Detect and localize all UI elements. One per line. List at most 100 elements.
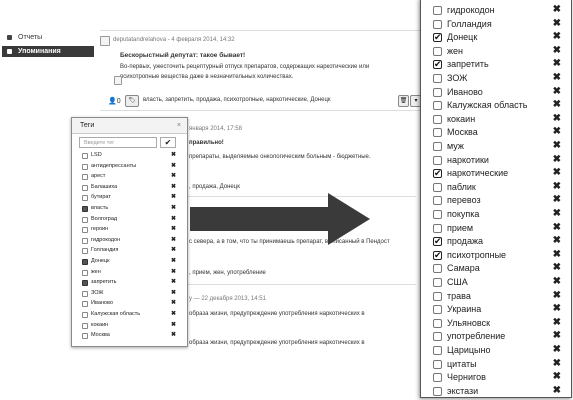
feed-text: препараты, выделяемые онкологическим бол… bbox=[189, 154, 371, 160]
user-icon: 👤 bbox=[108, 98, 117, 105]
tag-label: Москва bbox=[91, 332, 110, 339]
tag-checkbox[interactable] bbox=[82, 290, 88, 297]
tag-checkbox[interactable] bbox=[82, 333, 88, 340]
tag-search-input[interactable]: Введите тег bbox=[79, 137, 157, 148]
tag-row[interactable]: Балашиха ✖ bbox=[82, 183, 178, 192]
remove-tag-icon[interactable]: ✖ bbox=[171, 215, 176, 224]
tag-row[interactable]: Иваново ✖ bbox=[82, 299, 178, 308]
tag-checkbox[interactable] bbox=[82, 248, 88, 255]
tag-row[interactable]: кокаин ✖ bbox=[82, 321, 178, 330]
tag-row[interactable]: жен ✖ bbox=[82, 268, 178, 277]
remove-tag-icon[interactable]: ✖ bbox=[553, 382, 561, 400]
remove-tag-icon[interactable]: ✖ bbox=[171, 193, 176, 202]
divider bbox=[186, 284, 416, 285]
feed-text: образа жизни, предупреждение употреблени… bbox=[189, 311, 365, 317]
tag-checkbox[interactable] bbox=[82, 163, 88, 170]
tag-row[interactable]: Калужская область ✖ bbox=[82, 310, 178, 319]
feed-meta: у — 22 декабря 2013, 14:51 bbox=[189, 296, 266, 302]
tag-row[interactable]: экстази ✖ bbox=[433, 382, 561, 400]
close-icon[interactable]: × bbox=[177, 118, 181, 133]
tag-checkbox[interactable] bbox=[82, 322, 88, 329]
tags-popup: Теги × Введите тег ✔ LSD ✖ антидепрессанты… bbox=[71, 117, 188, 347]
tag-checkbox[interactable] bbox=[82, 195, 88, 202]
nav-item-mentions[interactable]: Упоминания bbox=[2, 46, 94, 57]
tag-label: жен bbox=[91, 268, 101, 275]
remove-tag-icon[interactable]: ✖ bbox=[171, 204, 176, 213]
tag-row[interactable]: ЗОЖ ✖ bbox=[82, 289, 178, 298]
tag-checkbox[interactable] bbox=[82, 280, 88, 287]
tag-checkbox[interactable] bbox=[82, 206, 88, 212]
tag-checkbox[interactable] bbox=[82, 259, 88, 265]
delete-button[interactable]: 🗑 bbox=[398, 95, 409, 107]
tag-row[interactable]: LSD ✖ bbox=[82, 151, 178, 160]
tag-label: Калужская область bbox=[91, 311, 141, 317]
post-body-line: Во-первых, ужесточить рецептурный отпуск… bbox=[120, 64, 370, 70]
tag-label: власть bbox=[91, 205, 109, 211]
tag-label: LSD bbox=[91, 152, 102, 158]
popup-header: Теги × bbox=[72, 118, 187, 134]
tag-checkbox[interactable] bbox=[82, 312, 88, 318]
sidebar-nav: Отчеты Упоминания bbox=[2, 32, 94, 57]
tag-row[interactable]: гидрокодон ✖ bbox=[82, 236, 178, 245]
avatar bbox=[100, 36, 110, 46]
trash-icon: 🗑 bbox=[399, 98, 408, 104]
post-title[interactable]: Бескорыстный депутат: такое бывает! bbox=[120, 52, 245, 59]
tag-checkbox[interactable] bbox=[82, 227, 88, 234]
remove-tag-icon[interactable]: ✖ bbox=[171, 183, 176, 192]
tag-label: экстази bbox=[447, 385, 479, 396]
tag-row[interactable]: Москва ✖ bbox=[82, 331, 178, 340]
tag-button[interactable]: 🏷 bbox=[125, 95, 139, 107]
remove-tag-icon[interactable]: ✖ bbox=[171, 321, 176, 330]
tag-label: антидепрессанты bbox=[91, 162, 137, 169]
user-count-value: 0 bbox=[116, 98, 121, 105]
tag-checkbox[interactable] bbox=[82, 216, 88, 223]
user-icon bbox=[114, 76, 122, 85]
remove-tag-icon[interactable]: ✖ bbox=[171, 257, 176, 266]
remove-tag-icon[interactable]: ✖ bbox=[171, 331, 176, 340]
tag-row[interactable]: антидепрессанты ✖ bbox=[82, 162, 178, 171]
feed-tags: , продажа, Донецк bbox=[189, 184, 240, 190]
tag-row[interactable]: героин ✖ bbox=[82, 225, 178, 234]
tag-label: героин bbox=[91, 226, 109, 233]
tag-label: ЗОЖ bbox=[91, 289, 104, 296]
tag-label: кокаин bbox=[91, 321, 109, 328]
tag-label: бутират bbox=[91, 194, 111, 201]
remove-tag-icon[interactable]: ✖ bbox=[171, 246, 176, 255]
tag-checkbox[interactable] bbox=[82, 237, 88, 244]
remove-tag-icon[interactable]: ✖ bbox=[171, 162, 176, 171]
feed-meta: января 2014, 17:58 bbox=[189, 126, 242, 132]
post-body-line: психотропные вещества даже в незначитель… bbox=[120, 74, 294, 80]
tag-row[interactable]: Донецк ✖ bbox=[82, 257, 178, 266]
tag-label: арест bbox=[91, 173, 106, 180]
post-tags[interactable]: власть, запретить, продажа, психотропные… bbox=[143, 97, 331, 103]
remove-tag-icon[interactable]: ✖ bbox=[171, 172, 176, 181]
mentions-icon bbox=[7, 49, 12, 54]
tag-row[interactable]: бутират ✖ bbox=[82, 193, 178, 202]
remove-tag-icon[interactable]: ✖ bbox=[171, 225, 176, 234]
tag-row[interactable]: запретить ✖ bbox=[82, 278, 178, 287]
tag-checkbox[interactable] bbox=[82, 269, 88, 276]
remove-tag-icon[interactable]: ✖ bbox=[171, 151, 176, 160]
tag-checkbox[interactable] bbox=[82, 184, 88, 191]
tag-checkbox[interactable] bbox=[433, 386, 442, 396]
tag-row[interactable]: власть ✖ bbox=[82, 204, 178, 213]
remove-tag-icon[interactable]: ✖ bbox=[171, 268, 176, 277]
confirm-button[interactable]: ✔ bbox=[160, 137, 176, 148]
nav-item-label: Отчеты bbox=[18, 34, 43, 41]
tag-checkbox[interactable] bbox=[82, 174, 88, 181]
remove-tag-icon[interactable]: ✖ bbox=[171, 278, 176, 287]
remove-tag-icon[interactable]: ✖ bbox=[171, 299, 176, 308]
remove-tag-icon[interactable]: ✖ bbox=[171, 289, 176, 298]
tag-label: гидрокодон bbox=[91, 236, 121, 243]
tag-checkbox[interactable] bbox=[82, 153, 88, 159]
tag-label: Балашиха bbox=[91, 183, 118, 190]
tag-checkbox[interactable] bbox=[82, 301, 88, 308]
feed-tags: , прием, жен, употребление bbox=[189, 270, 266, 276]
remove-tag-icon[interactable]: ✖ bbox=[171, 236, 176, 245]
tags-zoom-panel: гидрокодон✖Голландия✖Донецк✖жен✖запретит… bbox=[420, 0, 572, 398]
remove-tag-icon[interactable]: ✖ bbox=[171, 310, 176, 319]
tag-row[interactable]: арест ✖ bbox=[82, 172, 178, 181]
tag-row[interactable]: Волгоград ✖ bbox=[82, 215, 178, 224]
nav-item-reports[interactable]: Отчеты bbox=[2, 32, 94, 43]
tag-row[interactable]: Голландия ✖ bbox=[82, 246, 178, 255]
